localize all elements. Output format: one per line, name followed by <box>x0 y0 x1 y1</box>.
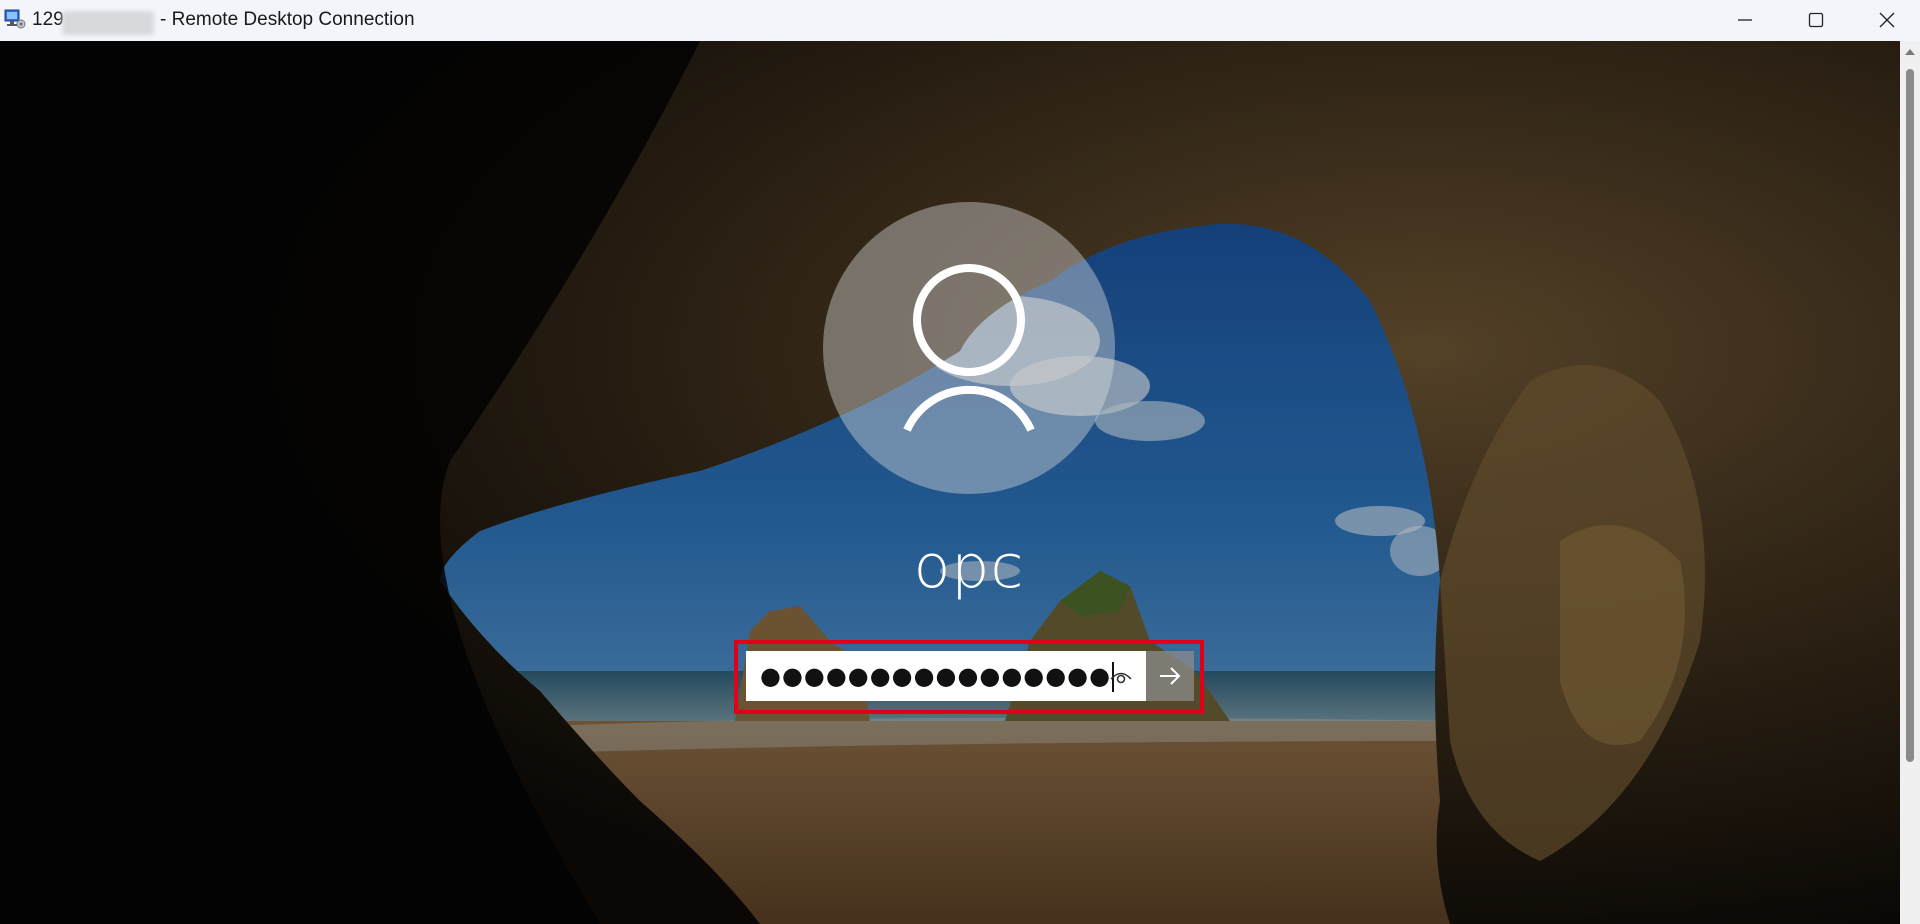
password-value: ●●●●●●●●●●●●●●●● <box>760 659 1115 693</box>
redacted-ip <box>62 11 154 35</box>
minimize-icon <box>1738 19 1752 21</box>
password-masked-text: ●●●●●●●●●●●●●●●● <box>760 662 1112 690</box>
window-title-ip: 129 <box>32 9 64 30</box>
vertical-scrollbar[interactable] <box>1900 41 1920 924</box>
password-input[interactable]: ●●●●●●●●●●●●●●●● <box>746 651 1146 701</box>
eye-icon[interactable] <box>1108 664 1134 690</box>
window-title: - Remote Desktop Connection <box>160 9 415 30</box>
username-label: opc <box>913 532 1025 602</box>
close-button[interactable] <box>1852 0 1920 40</box>
close-icon <box>1879 12 1895 28</box>
submit-button[interactable] <box>1146 651 1194 701</box>
scroll-up-arrow-icon[interactable] <box>1905 49 1915 55</box>
user-avatar <box>823 202 1115 494</box>
user-icon <box>903 264 1035 432</box>
scroll-thumb[interactable] <box>1906 69 1914 762</box>
title-bar: 129 - Remote Desktop Connection <box>0 0 1920 42</box>
minimize-button[interactable] <box>1710 0 1780 40</box>
remote-desktop-icon[interactable] <box>4 8 26 30</box>
maximize-icon <box>1808 12 1824 28</box>
maximize-button[interactable] <box>1781 0 1851 40</box>
arrow-right-icon <box>1160 667 1181 685</box>
